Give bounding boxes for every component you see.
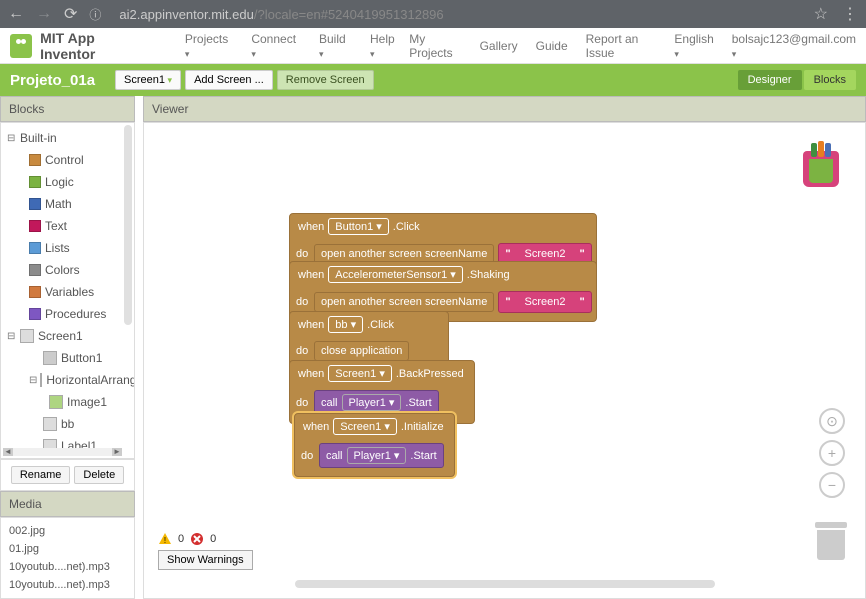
tree-variables[interactable]: Variables [1,281,134,303]
canvas-hscroll[interactable] [295,580,715,588]
show-warnings-button[interactable]: Show Warnings [158,550,253,570]
blocks-panel-header: Blocks [0,96,135,122]
warning-icon: ! [158,532,172,546]
tree-control[interactable]: Control [1,149,134,171]
link-guide[interactable]: Guide [536,39,568,53]
menu-connect[interactable]: Connect [241,32,309,60]
media-panel-header: Media [0,491,135,517]
menu-projects[interactable]: Projects [175,32,241,60]
menu-build[interactable]: Build [309,32,360,60]
browser-toolbar: ← → ⟳ ⓘ ai2.appinventor.mit.edu/?locale=… [0,0,866,28]
remove-screen-button[interactable]: Remove Screen [277,70,374,90]
url-bar[interactable]: ai2.appinventor.mit.edu/?locale=en#52404… [113,7,801,22]
tree-math[interactable]: Math [1,193,134,215]
sidebar-scrollbar[interactable] [124,125,132,325]
reload-icon[interactable]: ⟳ [64,4,77,24]
app-title: MIT App Inventor [40,30,145,62]
tree-screen1[interactable]: ⊟Screen1 [1,325,134,347]
link-my-projects[interactable]: My Projects [409,32,461,60]
tree-lists[interactable]: Lists [1,237,134,259]
designer-button[interactable]: Designer [738,70,802,90]
sidebar-hscroll[interactable]: ◄► [3,448,122,456]
error-icon [190,532,204,546]
tree-image1[interactable]: Image1 [1,391,134,413]
blocks-button[interactable]: Blocks [804,70,856,90]
center-button[interactable]: ⊙ [819,408,845,434]
error-count: 0 [210,533,216,545]
star-icon[interactable]: ☆ [814,4,828,24]
tree-bb[interactable]: bb [1,413,134,435]
warnings-area: ! 0 0 Show Warnings [158,532,253,570]
menu-icon[interactable]: ⋮ [842,4,858,24]
title-bar: Projeto_01a Screen1 Add Screen ... Remov… [0,64,866,96]
app-header: MIT App Inventor Projects Connect Build … [0,28,866,64]
app-logo-icon [10,34,32,58]
tree-text[interactable]: Text [1,215,134,237]
forward-icon[interactable]: → [36,5,52,23]
tree-logic[interactable]: Logic [1,171,134,193]
media-item[interactable]: 01.jpg [9,540,126,558]
trash-icon[interactable] [815,522,847,562]
blocks-tree: ⊟Built-in Control Logic Math Text Lists … [0,122,135,459]
rename-button[interactable]: Rename [11,466,71,484]
link-gallery[interactable]: Gallery [480,39,518,53]
viewer-header: Viewer [143,96,866,122]
add-screen-button[interactable]: Add Screen ... [185,70,273,90]
tree-builtin[interactable]: ⊟Built-in [1,127,134,149]
tree-button1[interactable]: Button1 [1,347,134,369]
tree-ha2[interactable]: ⊞HorizontalArrangemer [1,457,134,459]
media-list: 002.jpg 01.jpg 10youtub....net).mp3 10yo… [0,517,135,599]
backpack-icon[interactable] [797,137,845,189]
block-screen1-initialize[interactable]: whenScreen1 ▾.Initialize callPlayer1 ▾.S… [294,413,455,477]
tree-procedures[interactable]: Procedures [1,303,134,325]
link-account[interactable]: bolsajc123@gmail.com [732,32,856,60]
media-item[interactable]: 002.jpg [9,522,126,540]
link-report[interactable]: Report an Issue [586,32,657,60]
menu-help[interactable]: Help [360,32,409,60]
delete-button[interactable]: Delete [74,466,124,484]
blocks-canvas[interactable]: whenButton1 ▾.Click open another screen … [143,122,866,599]
warning-count: 0 [178,533,184,545]
screen-selector[interactable]: Screen1 [115,70,181,90]
tree-ha1[interactable]: ⊟HorizontalArrangemer [1,369,134,391]
tree-colors[interactable]: Colors [1,259,134,281]
media-item[interactable]: 10youtub....net).mp3 [9,558,126,576]
link-language[interactable]: English [674,32,713,60]
zoom-out-button[interactable]: − [819,472,845,498]
back-icon[interactable]: ← [8,5,24,23]
svg-text:!: ! [164,536,166,545]
sidebar: Blocks ⊟Built-in Control Logic Math Text… [0,96,135,599]
zoom-in-button[interactable]: + [819,440,845,466]
project-name: Projeto_01a [10,72,95,89]
media-item[interactable]: 10youtub....net).mp3 [9,576,126,594]
